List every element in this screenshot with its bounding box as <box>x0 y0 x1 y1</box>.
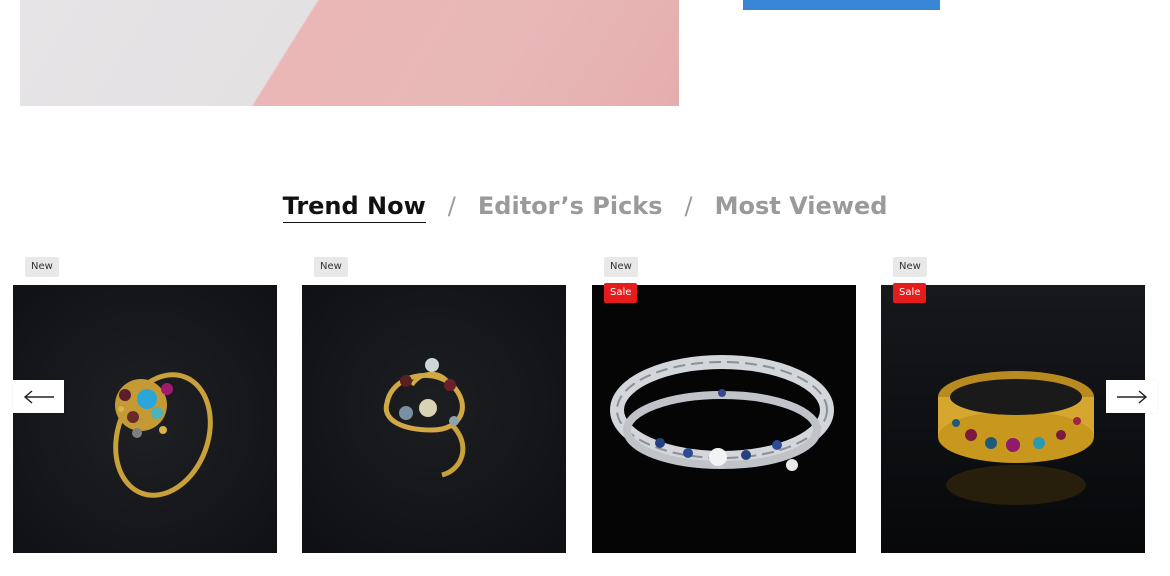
promo-banner-image[interactable] <box>20 0 679 106</box>
product-tabs: Trend Now / Editor’s Picks / Most Viewed <box>0 192 1170 223</box>
arrow-right-icon <box>1116 389 1148 404</box>
product-card[interactable]: New <box>302 257 566 553</box>
shop-now-button[interactable] <box>743 0 940 10</box>
sale-badge: Sale <box>604 283 638 303</box>
product-card[interactable]: New Sale <box>592 257 856 553</box>
product-image[interactable] <box>302 285 566 553</box>
new-badge: New <box>314 257 348 277</box>
product-image[interactable] <box>13 285 277 553</box>
tab-separator: / <box>447 192 456 220</box>
tab-separator: / <box>684 192 693 220</box>
tab-most-viewed[interactable]: Most Viewed <box>715 192 888 222</box>
arrow-left-icon <box>23 389 55 404</box>
new-badge: New <box>893 257 927 277</box>
product-image[interactable] <box>592 285 856 553</box>
tab-trend-now[interactable]: Trend Now <box>282 192 426 223</box>
tab-editors-picks[interactable]: Editor’s Picks <box>478 192 663 222</box>
new-badge: New <box>25 257 59 277</box>
new-badge: New <box>604 257 638 277</box>
sale-badge: Sale <box>893 283 927 303</box>
carousel-next-button[interactable] <box>1106 380 1157 413</box>
product-image[interactable] <box>881 285 1145 553</box>
carousel-prev-button[interactable] <box>13 380 64 413</box>
